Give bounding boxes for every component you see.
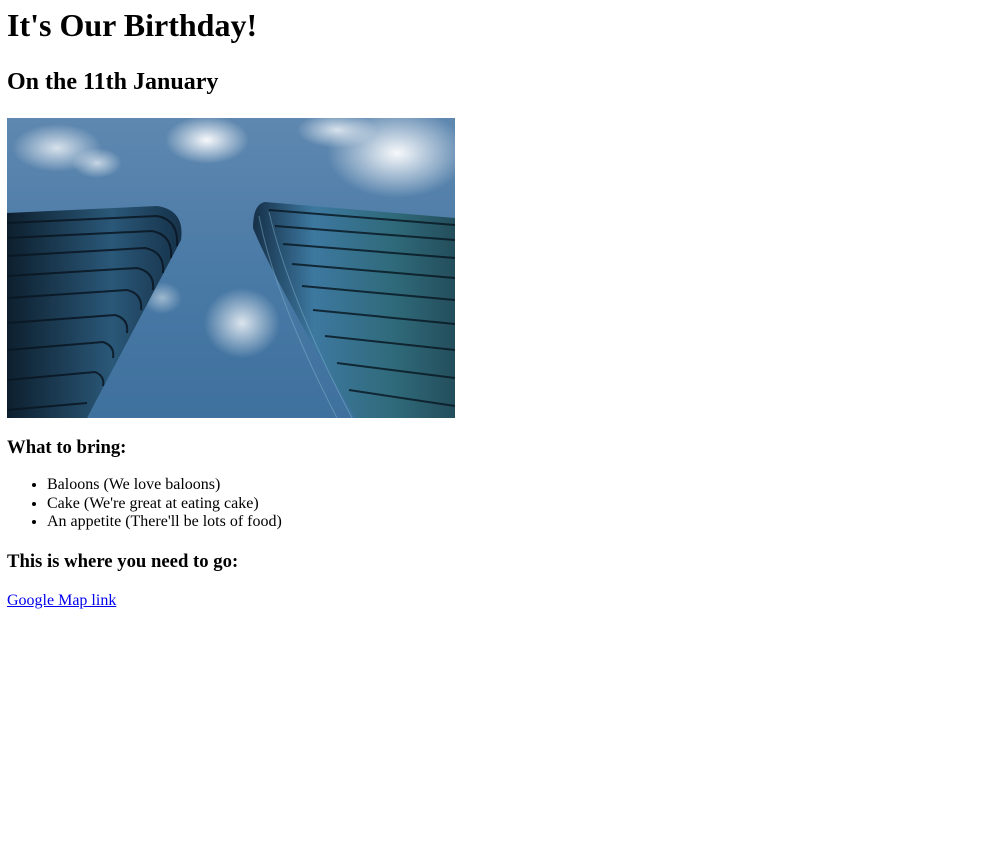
bring-heading: What to bring: [7, 437, 127, 458]
list-item: Cake (We're great at eating cake) [47, 495, 995, 514]
google-map-link[interactable]: Google Map link [7, 592, 116, 609]
skyscrapers-photo [7, 118, 455, 418]
list-item: An appetite (There'll be lots of food) [47, 513, 995, 532]
list-item: Baloons (We love baloons) [47, 476, 995, 495]
location-heading: This is where you need to go: [7, 550, 239, 572]
bring-list: Baloons (We love baloons) Cake (We're gr… [7, 476, 995, 532]
page-subtitle: On the 11th January [7, 69, 219, 95]
map-link-paragraph: Google Map link [7, 592, 995, 610]
page-title: It's Our Birthday! [7, 7, 258, 43]
page-body: It's Our Birthday! On the 11th January W… [0, 0, 1002, 610]
